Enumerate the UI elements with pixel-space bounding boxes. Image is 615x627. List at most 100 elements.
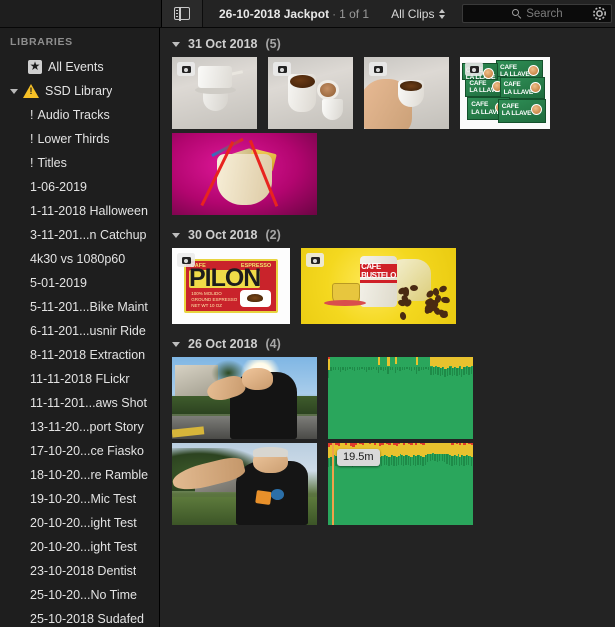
sidebar-item-label: Titles xyxy=(37,156,66,170)
waveform-valley xyxy=(463,367,464,376)
group-header[interactable]: 26 Oct 2018 (4) xyxy=(160,328,615,357)
sidebar-item-18-10-20-re-ramble[interactable]: 18-10-20...re Ramble xyxy=(0,463,159,487)
sidebar-item-13-11-20-port-story[interactable]: 13-11-20...port Story xyxy=(0,415,159,439)
waveform-valley xyxy=(421,367,422,370)
clip-group: 30 Oct 2018 (2) CAFE ESPRESSO PILON 100% MOLI… xyxy=(160,219,615,324)
sidebar-item-11-11-2018-flickr[interactable]: 11-11-2018 FLickr xyxy=(0,367,159,391)
clip-espresso-cup[interactable] xyxy=(268,57,353,129)
clip-cafe-la-llave-boxes[interactable]: CAFE LA LLAVE CAFE LA LLAVE CAFE LA LLAVE CAFE… xyxy=(460,57,550,129)
group-date-label: 31 Oct 2018 xyxy=(188,37,258,51)
clip-hand-holding-cup[interactable] xyxy=(364,57,449,129)
group-date-label: 26 Oct 2018 xyxy=(188,337,258,351)
camera-badge-icon xyxy=(306,253,324,267)
clip-row xyxy=(160,357,615,439)
sidebar-item-label: 20-10-20...ight Test xyxy=(30,540,137,554)
pilon-box: CAFE ESPRESSO PILON 100% MOLIDO GROUND ESPRE… xyxy=(184,259,278,314)
group-header[interactable]: 31 Oct 2018 (5) xyxy=(160,28,615,57)
waveform-valley xyxy=(386,454,387,465)
sidebar-item-1-11-2018-halloween[interactable]: 1-11-2018 Halloween xyxy=(0,199,159,223)
sidebar-item-all-events[interactable]: All Events xyxy=(0,55,159,79)
clip-count-label: 1 of 1 xyxy=(339,7,369,21)
sidebar-item-ssd-library[interactable]: SSD Library xyxy=(0,79,159,103)
sidebar-item-label: 4k30 vs 1080p60 xyxy=(30,252,125,266)
waveform-valley xyxy=(361,367,362,370)
sidebar-item-25-10-20-no-time[interactable]: 25-10-20...No Time xyxy=(0,583,159,607)
keyword-bang-icon: ! xyxy=(30,108,33,122)
waveform-valley xyxy=(440,367,441,376)
waveform-valley xyxy=(359,367,360,371)
settings-button[interactable] xyxy=(590,4,609,23)
waveform-valley xyxy=(340,367,341,372)
sidebar-item-label: 11-11-2018 FLickr xyxy=(30,372,130,386)
waveform-valley xyxy=(446,454,447,463)
clip-pilon-box[interactable]: CAFE ESPRESSO PILON 100% MOLIDO GROUND ESPRE… xyxy=(172,248,290,324)
waveform-valley xyxy=(434,454,435,460)
waveform-peak xyxy=(430,443,432,450)
sidebar-item-11-11-201-aws-shot[interactable]: 11-11-201...aws Shot xyxy=(0,391,159,415)
waveform-valley xyxy=(432,454,433,459)
sidebar-item-label: 1-06-2019 xyxy=(30,180,87,194)
group-disclosure-icon[interactable] xyxy=(172,233,180,238)
sidebar-item-1-06-2019[interactable]: 1-06-2019 xyxy=(0,175,159,199)
waveform-valley xyxy=(368,367,369,370)
sidebar-item-audio-tracks[interactable]: ! Audio Tracks xyxy=(0,103,159,127)
thumbnail-image xyxy=(328,357,473,439)
sidebar-toggle-button[interactable] xyxy=(162,0,203,27)
clip-cup-lid[interactable] xyxy=(172,57,257,129)
sidebar-item-label: 18-10-20...re Ramble xyxy=(30,468,148,482)
clip-group: 31 Oct 2018 (5) CAFE LA LLAVE CAFE LA LLAVE CA… xyxy=(160,28,615,215)
libraries-header: LIBRARIES xyxy=(0,34,159,55)
sidebar-item-3-11-201-n-catchup[interactable]: 3-11-201...n Catchup xyxy=(0,223,159,247)
group-disclosure-icon[interactable] xyxy=(172,342,180,347)
sidebar-item-25-10-2018-sudafed[interactable]: 25-10-2018 Sudafed xyxy=(0,607,159,627)
group-disclosure-icon[interactable] xyxy=(172,42,180,47)
libraries-sidebar[interactable]: LIBRARIES All EventsSSD Library!Audio Tr… xyxy=(0,28,160,627)
clip-filter-stepper-icon[interactable] xyxy=(439,9,445,19)
clip-row xyxy=(160,133,615,215)
sidebar-item-titles[interactable]: ! Titles xyxy=(0,151,159,175)
stepper-up-arrow[interactable] xyxy=(439,9,445,13)
sidebar-item-20-10-20-ight-test[interactable]: 20-10-20...ight Test xyxy=(0,535,159,559)
sidebar-item-4k30-vs-1080p60[interactable]: 4k30 vs 1080p60 xyxy=(0,247,159,271)
stepper-down-arrow[interactable] xyxy=(439,15,445,19)
waveform-valley xyxy=(349,367,350,370)
sidebar-item-23-10-2018-dentist[interactable]: 23-10-2018 Dentist xyxy=(0,559,159,583)
sidebar-item-19-10-20-mic-test[interactable]: 19-10-20...Mic Test xyxy=(0,487,159,511)
libraries-list[interactable]: All EventsSSD Library!Audio Tracks!Lower… xyxy=(0,55,159,627)
sidebar-item-17-10-20-ce-fiasko[interactable]: 17-10-20...ce Fiasko xyxy=(0,439,159,463)
waveform-valley xyxy=(442,367,443,375)
sidebar-item-label: 6-11-201...usnir Ride xyxy=(30,324,146,338)
waveform-valley xyxy=(416,367,417,374)
clip-pina-colada[interactable] xyxy=(172,133,317,215)
waveform-valley xyxy=(371,367,372,371)
clip-browser[interactable]: 31 Oct 2018 (5) CAFE LA LLAVE CAFE LA LLAVE CA… xyxy=(160,28,615,627)
playhead-skimmer[interactable] xyxy=(332,443,334,525)
clip-selfie-sunny[interactable] xyxy=(172,357,317,439)
clip-selfie-park[interactable] xyxy=(172,443,317,525)
sidebar-item-5-11-201-bike-maint[interactable]: 5-11-201...Bike Maint xyxy=(0,295,159,319)
shirt-graphic-orange xyxy=(255,490,271,505)
group-date-label: 30 Oct 2018 xyxy=(188,228,258,242)
sidebar-item-lower-thirds[interactable]: ! Lower Thirds xyxy=(0,127,159,151)
waveform-valley xyxy=(384,454,385,464)
main-split: LIBRARIES All EventsSSD Library!Audio Tr… xyxy=(0,28,615,627)
waveform-valley xyxy=(461,454,462,464)
waveform-valley xyxy=(376,367,377,370)
clip-audio-waveform-2[interactable]: 19.5m xyxy=(328,443,473,525)
disclosure-triangle-icon[interactable] xyxy=(10,89,18,94)
sidebar-item-20-10-20-ight-test[interactable]: 20-10-20...ight Test xyxy=(0,511,159,535)
waveform-valley xyxy=(383,367,384,371)
camera-badge-icon xyxy=(177,253,195,267)
bustelo-wordmark: CAFE BUSTELO xyxy=(360,264,397,277)
sidebar-item-6-11-201-usnir-ride[interactable]: 6-11-201...usnir Ride xyxy=(0,319,159,343)
sidebar-item-8-11-2018-extraction[interactable]: 8-11-2018 Extraction xyxy=(0,343,159,367)
clip-cafe-bustelo[interactable]: CAFE BUSTELO xyxy=(301,248,456,324)
clip-audio-waveform-1[interactable] xyxy=(328,357,473,439)
clip-filter-control[interactable]: All Clips xyxy=(391,7,445,21)
group-header[interactable]: 30 Oct 2018 (2) xyxy=(160,219,615,248)
coffee-lid xyxy=(317,80,339,100)
sidebar-item-label: 25-10-2018 Sudafed xyxy=(30,612,144,626)
sidebar-item-5-01-2019[interactable]: 5-01-2019 xyxy=(0,271,159,295)
clip-row: 19.5m xyxy=(160,443,615,525)
waveform-valley xyxy=(428,367,429,370)
